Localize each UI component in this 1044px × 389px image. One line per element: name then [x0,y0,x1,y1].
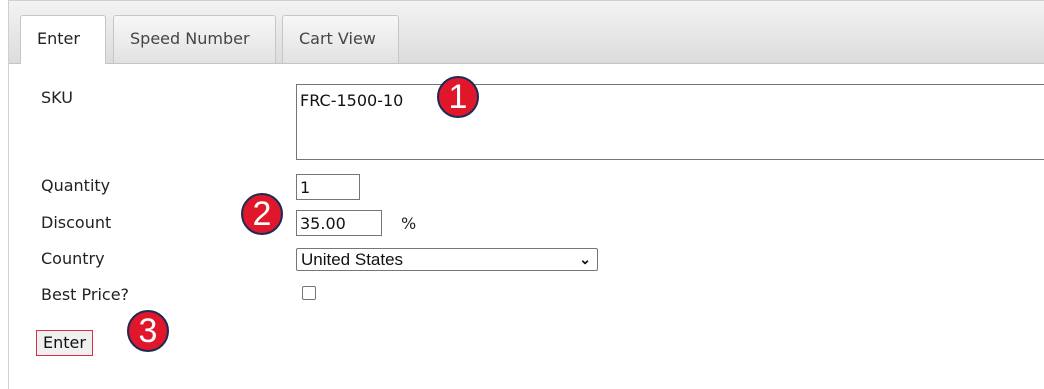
callout-marker-1: 1 [437,76,479,118]
sku-input[interactable] [296,84,1044,160]
country-select-value: United States [301,250,404,269]
country-select[interactable]: United States ⌄ [296,248,598,271]
best-price-label: Best Price? [41,285,130,304]
enter-button[interactable]: Enter [36,330,93,356]
tab-bar: Enter Speed Number Cart View [9,1,1044,64]
tab-cart-view[interactable]: Cart View [282,15,399,63]
chevron-down-icon: ⌄ [579,251,591,267]
discount-input[interactable] [296,210,382,236]
quantity-label: Quantity [41,176,111,195]
tab-speed-number[interactable]: Speed Number [113,15,276,63]
discount-percent-unit: % [401,214,417,233]
discount-label: Discount [41,213,112,232]
country-label: Country [41,249,105,268]
tab-enter[interactable]: Enter [20,15,106,64]
sku-label: SKU [41,88,73,107]
callout-marker-3: 3 [127,310,169,352]
best-price-checkbox[interactable] [302,286,316,300]
callout-marker-2: 2 [241,193,283,235]
quantity-input[interactable] [296,174,360,200]
